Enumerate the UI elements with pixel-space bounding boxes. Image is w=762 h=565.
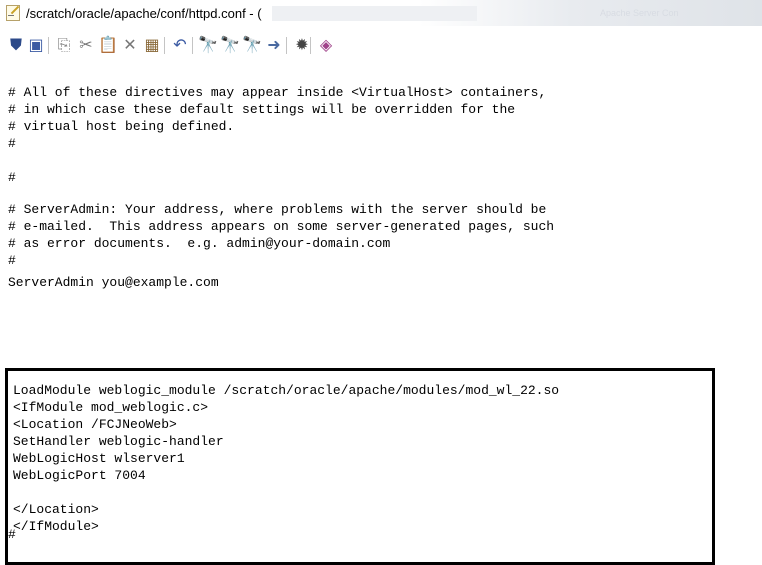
toolbar-separator — [164, 37, 165, 54]
editor-line: # e-mailed. This address appears on some… — [8, 219, 555, 234]
highlighted-line: WebLogicPort 7004 — [13, 468, 146, 483]
save-icon[interactable]: ▣ — [26, 35, 46, 55]
highlighted-line: </IfModule> — [13, 519, 99, 534]
delete-icon[interactable]: ✕ — [120, 35, 140, 55]
highlighted-line: <Location /FCJNeoWeb> — [13, 417, 177, 432]
paste-icon[interactable]: 📋 — [98, 35, 118, 55]
highlighted-line: <IfModule mod_weblogic.c> — [13, 400, 209, 415]
editor-line: # as error documents. e.g. admin@your-do… — [8, 236, 391, 251]
copy-icon[interactable]: ⎘ — [54, 35, 74, 55]
highlighted-line: SetHandler weblogic-handler — [13, 434, 224, 449]
save-all-icon[interactable]: ⛊ — [6, 35, 26, 55]
highlighted-line: WebLogicHost wlserver1 — [13, 451, 185, 466]
editor-line: # — [8, 253, 16, 268]
editor-line: # — [8, 170, 16, 185]
settings-icon[interactable]: ✹ — [292, 35, 312, 55]
editor-line: # All of these directives may appear ins… — [8, 85, 547, 100]
editor-line: # virtual host being defined. — [8, 119, 235, 134]
notepad-icon — [6, 5, 20, 21]
editor-line: ServerAdmin you@example.com — [8, 275, 219, 290]
highlighted-config-block: LoadModule weblogic_module /scratch/orac… — [5, 368, 715, 565]
editor-area[interactable]: # All of these directives may appear ins… — [0, 56, 762, 565]
editor-line: # in which case these default settings w… — [8, 102, 516, 117]
find-icon[interactable]: 🔭 — [198, 35, 218, 55]
title-bar: /scratch/oracle/apache/conf/httpd.conf -… — [0, 0, 762, 26]
editor-line: # ServerAdmin: Your address, where probl… — [8, 202, 547, 217]
replace-icon[interactable]: 🔭 — [220, 35, 240, 55]
goto-icon[interactable]: ➜ — [264, 35, 284, 55]
toolbar-separator — [48, 37, 49, 54]
editor-line: # — [8, 136, 16, 151]
toolbar-separator — [286, 37, 287, 54]
window-title: /scratch/oracle/apache/conf/httpd.conf -… — [26, 6, 262, 21]
toolbar-separator — [310, 37, 311, 54]
cut-icon[interactable]: ✂ — [76, 35, 96, 55]
highlighted-line: </Location> — [13, 502, 99, 517]
toolbar-separator — [192, 37, 193, 54]
find-next-icon[interactable]: 🔭 — [242, 35, 262, 55]
editor-line: # — [8, 527, 16, 542]
select-all-icon[interactable]: ▦ — [142, 35, 162, 55]
window-title-faded: Apache Server Con — [600, 8, 679, 18]
title-redacted-area — [272, 6, 477, 21]
highlighted-line: LoadModule weblogic_module /scratch/orac… — [13, 383, 560, 398]
help-icon[interactable]: ◈ — [316, 35, 336, 55]
undo-icon[interactable]: ↶ — [170, 35, 190, 55]
